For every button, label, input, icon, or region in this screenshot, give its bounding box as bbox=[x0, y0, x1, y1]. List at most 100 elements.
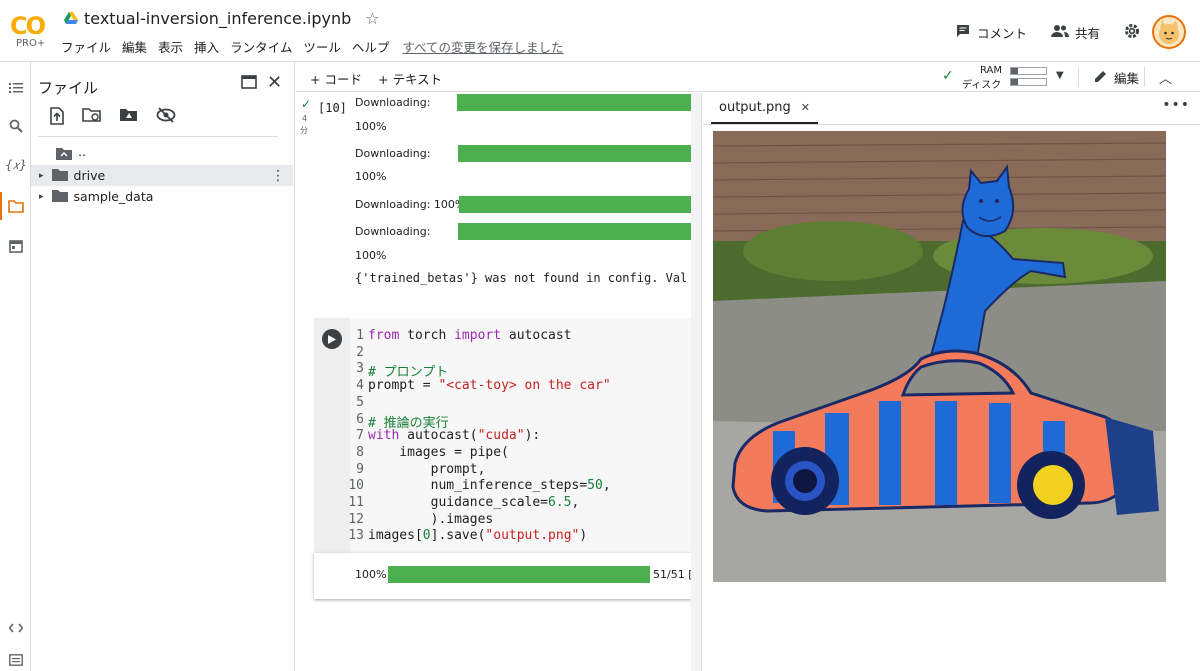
folder-up-icon bbox=[56, 147, 72, 163]
top-header: CO PRO+ textual-inversion_inference.ipyn… bbox=[0, 0, 1200, 62]
avatar[interactable] bbox=[1152, 15, 1186, 49]
tree-item-sample-data[interactable]: ▸ sample_data bbox=[31, 186, 293, 207]
folder-icon bbox=[51, 189, 68, 205]
open-in-tab-icon[interactable] bbox=[241, 74, 257, 93]
download-progress-bar bbox=[459, 196, 691, 213]
share-button[interactable]: 共有 bbox=[1050, 23, 1100, 42]
cell-success-check-icon: ✓ bbox=[301, 97, 312, 111]
variables-icon[interactable]: {𝑥} bbox=[5, 155, 27, 175]
notebook-title[interactable]: textual-inversion_inference.ipynb bbox=[84, 9, 351, 28]
output-image bbox=[713, 131, 1166, 582]
tab-output-png[interactable]: output.png ✕ bbox=[711, 93, 818, 124]
notebook-scrollbar[interactable] bbox=[691, 93, 701, 671]
tab-label: output.png bbox=[719, 100, 791, 115]
notebook-toolbar: + コード + テキスト ✓ RAM ディスク ▼ 編集 ︿ bbox=[296, 62, 1200, 92]
plan-badge: PRO+ bbox=[16, 38, 46, 49]
header-actions: コメント 共有 bbox=[955, 14, 1200, 50]
download-label: Downloading: 100% bbox=[355, 198, 466, 211]
download-percent: 100% bbox=[355, 170, 387, 183]
comment-button[interactable]: コメント bbox=[955, 23, 1027, 42]
files-panel: ファイル ✕ .. ▸ drive ⋮ ▸ sample_data bbox=[31, 62, 295, 671]
exec-time-unit: 分 bbox=[300, 126, 308, 135]
download-progress-bar bbox=[458, 223, 691, 240]
code-line: 6 # 推論の実行 bbox=[356, 411, 449, 431]
refresh-folder-icon[interactable] bbox=[82, 107, 102, 129]
comment-label: コメント bbox=[976, 25, 1027, 41]
add-code-button[interactable]: + コード bbox=[310, 69, 362, 88]
menu-view[interactable]: 表示 bbox=[158, 37, 183, 56]
divider bbox=[703, 124, 1200, 125]
logo-text: CO bbox=[10, 12, 46, 40]
edit-button[interactable]: 編集 bbox=[1094, 68, 1139, 87]
files-panel-title: ファイル bbox=[38, 79, 99, 97]
more-vert-icon[interactable]: ⋮ bbox=[271, 168, 285, 184]
share-label: 共有 bbox=[1074, 25, 1100, 41]
menu-bar: ファイル 編集 表示 挿入 ランタイム ツール ヘルプ すべての変更を保存しまし… bbox=[61, 37, 575, 56]
resources-dropdown-icon[interactable]: ▼ bbox=[1056, 70, 1064, 81]
folder-icon bbox=[51, 168, 68, 184]
download-progress-bar bbox=[458, 145, 691, 162]
menu-edit[interactable]: 編集 bbox=[122, 37, 147, 56]
people-icon bbox=[1050, 24, 1069, 41]
drive-icon bbox=[64, 9, 78, 28]
active-indicator bbox=[0, 192, 2, 220]
mount-drive-icon[interactable] bbox=[119, 107, 139, 129]
code-line: 2 bbox=[356, 344, 364, 360]
collapse-icon[interactable]: ︿ bbox=[1159, 68, 1172, 87]
code-line: 7 with autocast("cuda"): bbox=[356, 428, 541, 444]
pencil-icon bbox=[1094, 69, 1108, 86]
divider bbox=[1144, 67, 1145, 87]
gear-icon bbox=[1124, 23, 1140, 42]
tree-item-label: drive bbox=[73, 168, 106, 183]
code-line: 4 prompt = "<cat-toy> on the car" bbox=[356, 378, 611, 394]
ram-label: RAM bbox=[980, 65, 1003, 76]
settings-button[interactable] bbox=[1124, 23, 1140, 42]
code-line: 5 bbox=[356, 394, 364, 410]
code-line: 12 ).images bbox=[348, 511, 494, 527]
divider bbox=[1078, 67, 1079, 87]
tree-item-drive[interactable]: ▸ drive ⋮ bbox=[31, 165, 293, 186]
warning-text: {'trained_betas'} was not found in confi… bbox=[355, 271, 688, 285]
terminal-icon[interactable] bbox=[6, 650, 26, 670]
menu-runtime[interactable]: ランタイム bbox=[230, 37, 292, 56]
close-tab-icon[interactable]: ✕ bbox=[801, 101, 810, 114]
inference-progress-bar bbox=[388, 566, 650, 583]
tree-item-label: sample_data bbox=[73, 189, 154, 204]
expand-arrow-icon[interactable]: ▸ bbox=[39, 171, 44, 181]
code-line: 3 # プロンプト bbox=[356, 361, 449, 381]
image-viewer-panel: output.png ✕ ••• bbox=[703, 93, 1200, 671]
search-icon[interactable] bbox=[6, 116, 26, 136]
cell-output: 100% 51/51 [0 bbox=[314, 553, 700, 599]
colab-logo[interactable]: CO PRO+ bbox=[10, 12, 50, 52]
expand-arrow-icon[interactable]: ▸ bbox=[39, 192, 44, 202]
star-icon[interactable]: ☆ bbox=[365, 9, 379, 28]
menu-help[interactable]: ヘルプ bbox=[352, 37, 390, 56]
divider bbox=[38, 136, 278, 137]
output-percent: 100% bbox=[355, 568, 387, 581]
files-icon[interactable] bbox=[6, 196, 26, 216]
add-text-button[interactable]: + テキスト bbox=[378, 69, 442, 88]
download-progress-bar bbox=[457, 94, 691, 111]
code-line: 11 guidance_scale=6.5, bbox=[348, 495, 580, 510]
ram-meter bbox=[1010, 67, 1047, 75]
save-status[interactable]: すべての変更を保存しました bbox=[402, 37, 563, 56]
upload-icon[interactable] bbox=[49, 107, 65, 129]
title-row: textual-inversion_inference.ipynb ☆ bbox=[64, 9, 380, 28]
toc-icon[interactable] bbox=[6, 78, 26, 98]
menu-tools[interactable]: ツール bbox=[303, 37, 341, 56]
menu-insert[interactable]: 挿入 bbox=[194, 37, 219, 56]
hide-files-icon[interactable] bbox=[156, 107, 176, 129]
code-snippets-icon[interactable] bbox=[6, 618, 26, 638]
tree-item-label: .. bbox=[78, 144, 86, 159]
calendar-icon[interactable] bbox=[6, 236, 26, 256]
tree-item-parent[interactable]: .. bbox=[31, 144, 293, 165]
connected-check-icon: ✓ bbox=[942, 68, 954, 84]
exec-time-value: 4 bbox=[302, 114, 308, 123]
code-line: 1 from torch import autocast bbox=[356, 328, 572, 343]
more-horiz-icon[interactable]: ••• bbox=[1162, 97, 1190, 113]
download-percent: 100% bbox=[355, 249, 387, 262]
close-icon[interactable]: ✕ bbox=[267, 72, 282, 93]
download-label: Downloading: bbox=[355, 225, 431, 238]
menu-file[interactable]: ファイル bbox=[61, 37, 111, 56]
download-percent: 100% bbox=[355, 120, 387, 133]
